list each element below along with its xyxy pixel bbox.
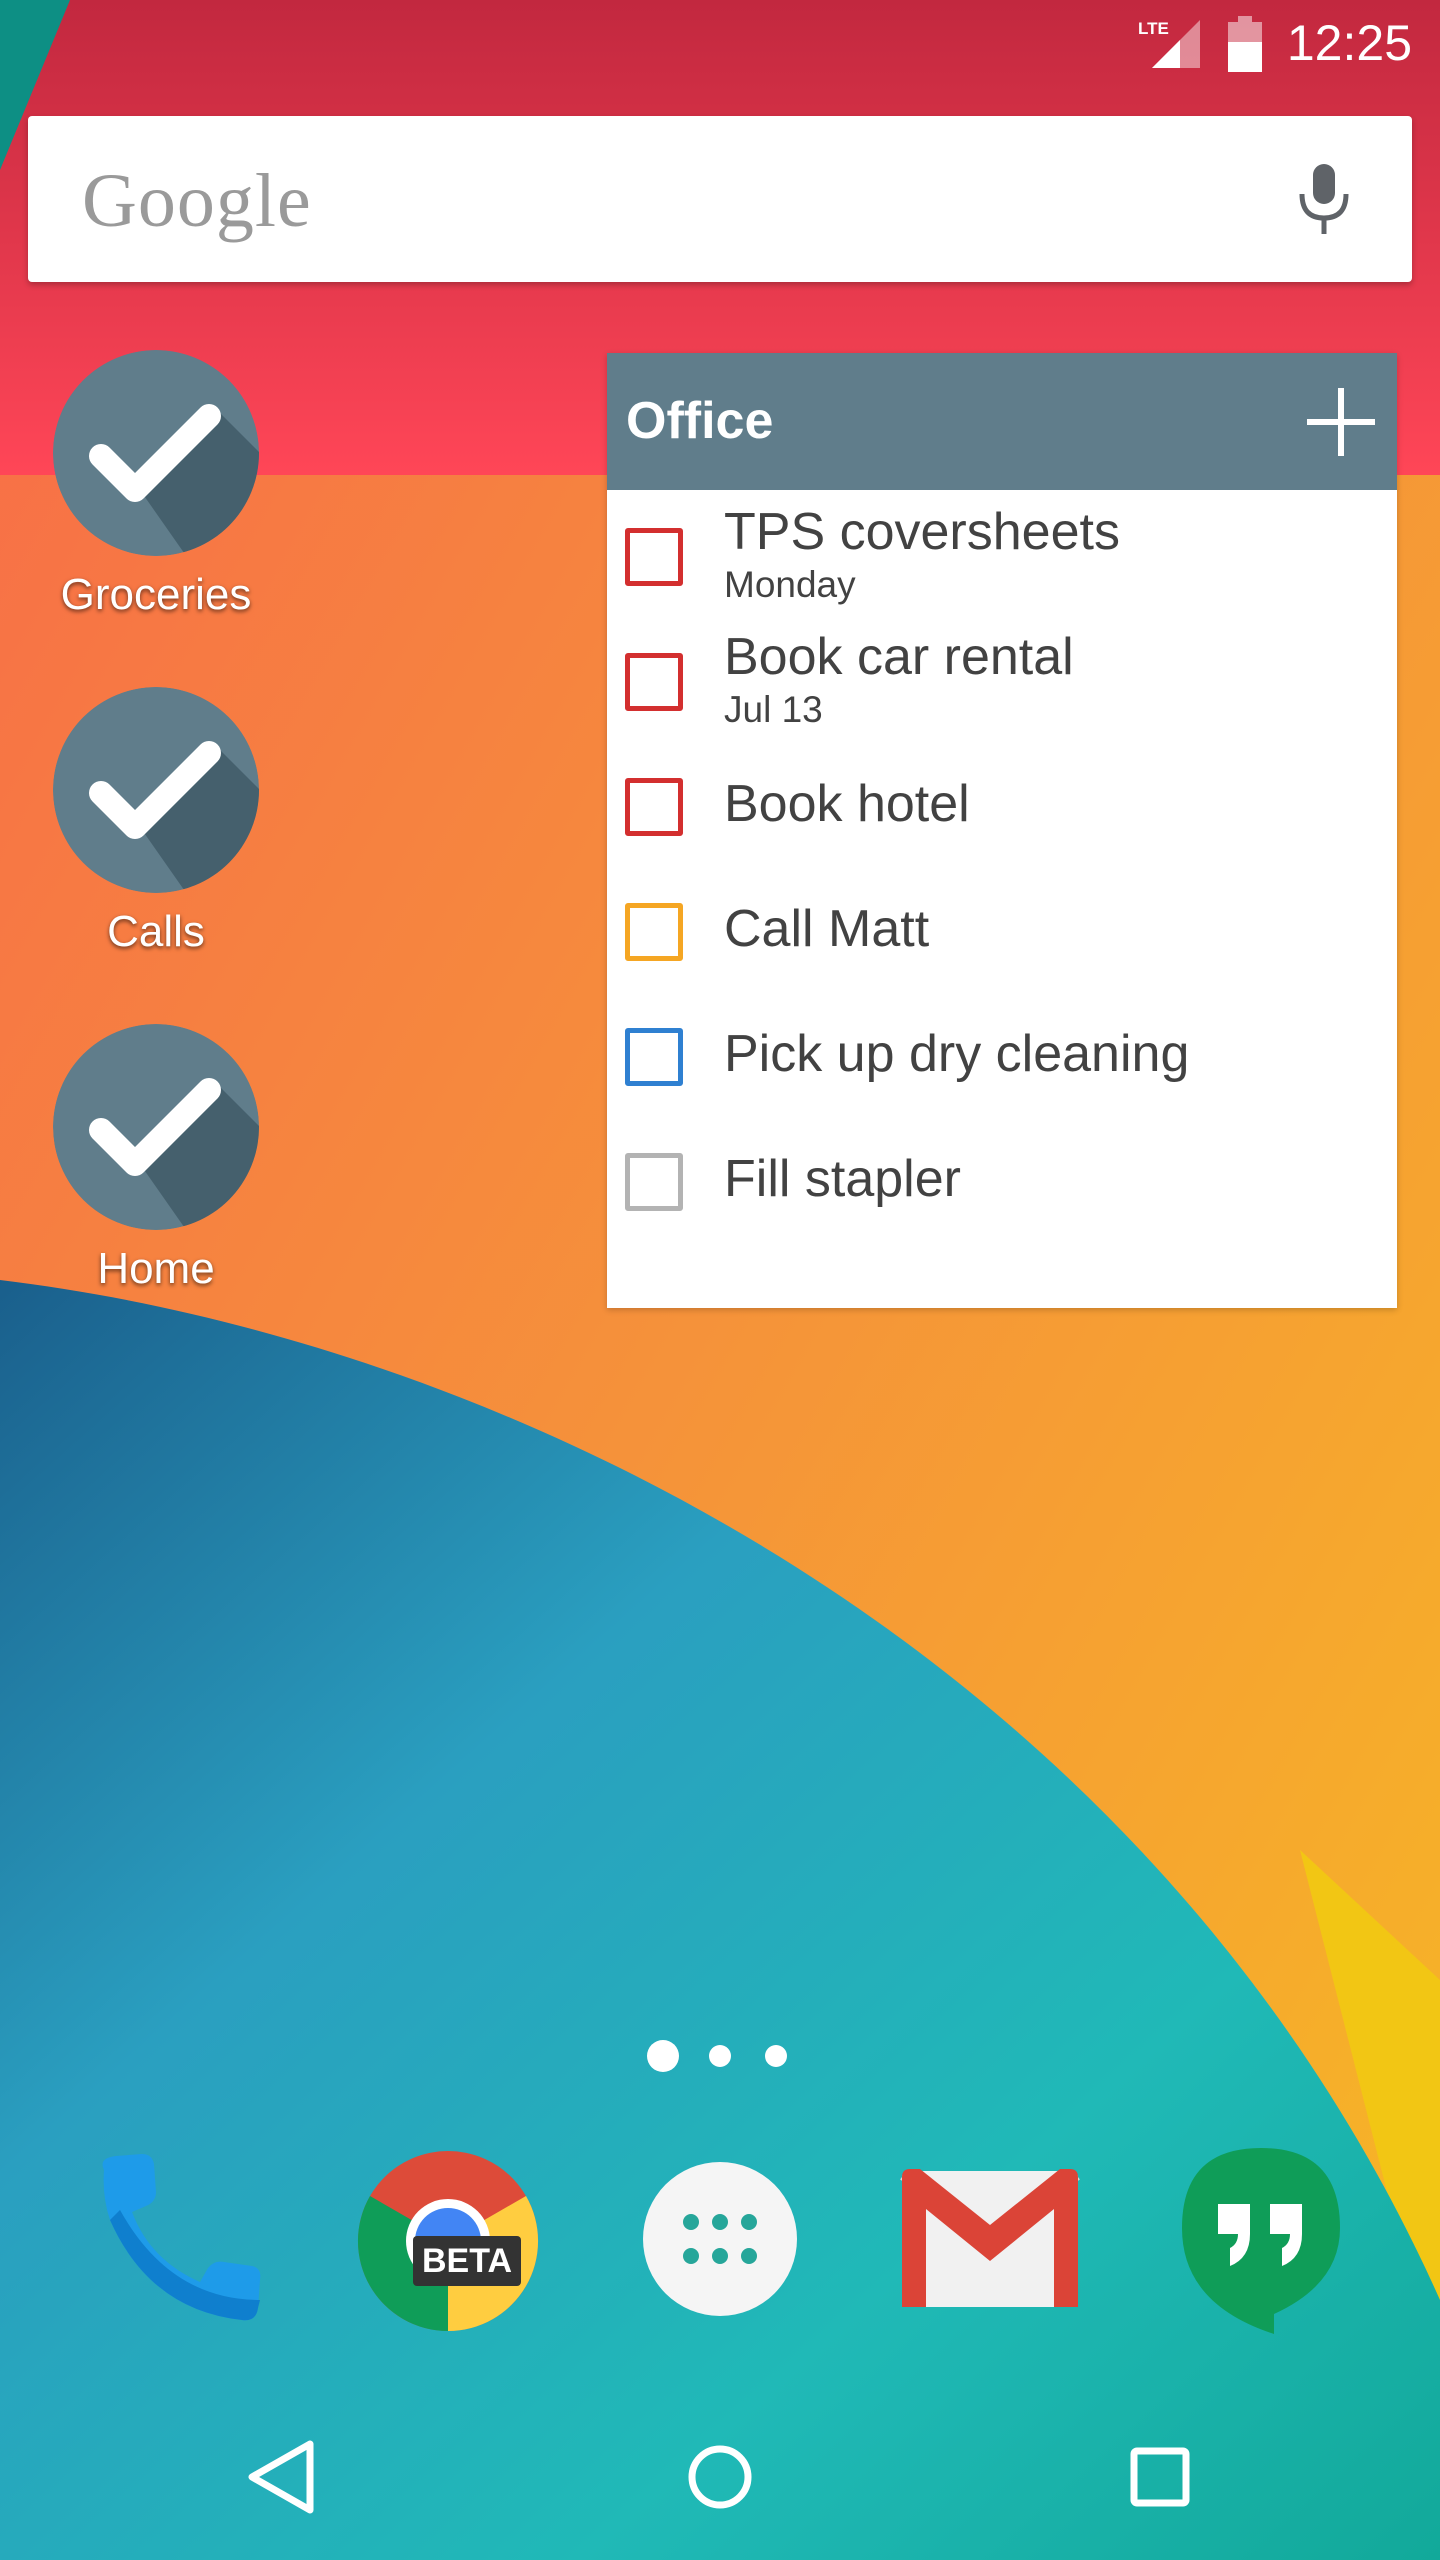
navigation-bar: [0, 2392, 1440, 2560]
battery-icon: [1228, 16, 1262, 72]
task-due-date: Jul 13: [724, 689, 823, 730]
task-checkbox[interactable]: [625, 1028, 683, 1086]
hangouts-icon[interactable]: [1178, 2144, 1344, 2336]
add-task-icon[interactable]: [1305, 386, 1377, 458]
microphone-icon[interactable]: [1296, 162, 1352, 236]
shortcut-label: Calls: [107, 907, 205, 956]
checkmark-icon: [53, 1024, 259, 1230]
network-label: LTE: [1138, 19, 1169, 38]
shortcut-label: Groceries: [60, 570, 252, 619]
chrome-beta-icon[interactable]: BETA: [355, 2148, 541, 2334]
shortcut-calls[interactable]: Calls: [0, 687, 312, 957]
task-title: Fill stapler: [724, 1150, 961, 1208]
page-dot-active: [647, 2040, 679, 2072]
home-icon[interactable]: [670, 2432, 770, 2522]
task-item[interactable]: TPS coversheets Monday: [607, 498, 1397, 618]
task-title: Pick up dry cleaning: [724, 1025, 1190, 1083]
task-list-widget: Office TPS coversheets Monday Book car r…: [607, 353, 1397, 1308]
chrome-beta-badge: BETA: [422, 2242, 512, 2280]
task-item[interactable]: Book car rental Jul 13: [607, 623, 1397, 743]
shortcut-circle: [53, 350, 259, 556]
checkmark-icon: [53, 687, 259, 893]
task-title: Book car rental: [724, 628, 1074, 686]
page-dot: [765, 2045, 787, 2067]
widget-title: Office: [626, 392, 774, 450]
task-checkbox[interactable]: [625, 903, 683, 961]
task-title: Call Matt: [724, 900, 930, 958]
clock: 12:25: [1286, 15, 1412, 71]
task-item[interactable]: Pick up dry cleaning: [607, 998, 1397, 1118]
google-logo: Google: [82, 159, 312, 243]
task-checkbox[interactable]: [625, 528, 683, 586]
page-dot: [709, 2045, 731, 2067]
shortcut-home[interactable]: Home: [0, 1024, 312, 1294]
shortcut-circle: [53, 1024, 259, 1230]
shortcut-label: Home: [97, 1244, 215, 1293]
phone-icon[interactable]: [90, 2150, 270, 2330]
status-bar: LTE 12:25: [0, 0, 1440, 90]
shortcut-groceries[interactable]: Groceries: [0, 350, 312, 620]
task-due-date: Monday: [724, 564, 856, 605]
widget-header[interactable]: Office: [607, 353, 1397, 490]
google-search-bar[interactable]: Google: [28, 116, 1412, 282]
recents-icon[interactable]: [1110, 2432, 1210, 2522]
task-title: Book hotel: [724, 775, 970, 833]
app-drawer-icon[interactable]: [641, 2160, 799, 2318]
gmail-icon[interactable]: [898, 2165, 1082, 2311]
task-item[interactable]: Call Matt: [607, 873, 1397, 993]
shortcut-circle: [53, 687, 259, 893]
back-icon[interactable]: [230, 2432, 330, 2522]
task-checkbox[interactable]: [625, 653, 683, 711]
signal-lte-icon: LTE: [1138, 19, 1200, 68]
task-title: TPS coversheets: [724, 503, 1120, 561]
task-item[interactable]: Book hotel: [607, 748, 1397, 868]
task-checkbox[interactable]: [625, 778, 683, 836]
task-item[interactable]: Fill stapler: [607, 1123, 1397, 1243]
checkmark-icon: [53, 350, 259, 556]
task-checkbox[interactable]: [625, 1153, 683, 1211]
page-indicator: [0, 2040, 1440, 2072]
